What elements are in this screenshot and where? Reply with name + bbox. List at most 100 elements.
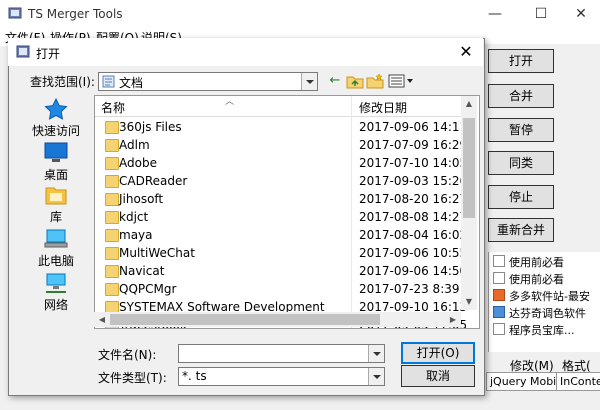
file-date: 2017-08-08 14:27 xyxy=(359,210,468,224)
list-item[interactable]: 程序员宝库... xyxy=(493,322,600,339)
file-date: 2017-07-10 14:05 xyxy=(359,156,468,170)
back-arrow-icon[interactable]: ← xyxy=(326,73,344,89)
sort-ascending-icon: ︿ xyxy=(225,97,235,107)
file-name: MultiWeChat xyxy=(119,246,195,260)
documents-folder-icon xyxy=(102,75,115,88)
file-date: 2017-09-06 14:50 xyxy=(359,264,468,278)
file-list-header: ︿ 名称 修改日期 xyxy=(95,96,463,117)
table-row[interactable]: Adlm 2017-07-09 16:29 xyxy=(95,136,467,154)
app-icon xyxy=(16,45,30,58)
document-icon xyxy=(493,255,505,267)
table-row[interactable]: Jihosoft 2017-08-20 16:27 xyxy=(95,190,467,208)
tab-incontext[interactable]: InContex xyxy=(556,372,600,391)
folder-icon xyxy=(105,193,119,206)
folder-icon xyxy=(105,229,119,242)
dialog-title: 打开 xyxy=(36,47,61,61)
look-in-select[interactable]: 文档 xyxy=(98,72,318,91)
vertical-scrollbar[interactable]: ▲ ▼ xyxy=(461,96,477,310)
chevron-down-icon[interactable] xyxy=(368,368,384,385)
app-title: TS Merger Tools xyxy=(28,7,123,21)
table-row[interactable]: MultiWeChat 2017-09-06 10:55 xyxy=(95,244,467,262)
app-icon xyxy=(8,7,22,19)
horizontal-scrollbar[interactable]: ◀ ▶ xyxy=(94,312,461,327)
look-in-value: 文档 xyxy=(119,76,144,90)
close-button[interactable]: ✕ xyxy=(566,4,596,24)
scroll-down-icon[interactable]: ▼ xyxy=(461,294,477,310)
star-icon xyxy=(44,98,68,120)
place-label: 快速访问 xyxy=(31,124,80,138)
place-label: 桌面 xyxy=(43,168,68,182)
list-item[interactable]: 多多软件站-最安 xyxy=(493,288,600,305)
maximize-button[interactable]: ☐ xyxy=(526,4,556,24)
chevron-down-icon[interactable] xyxy=(368,345,384,362)
file-date: 2017-07-23 8:39 xyxy=(359,282,460,296)
list-item[interactable]: 使用前必看 xyxy=(493,271,600,288)
document-icon xyxy=(493,306,505,318)
side-stop-button[interactable]: 停止 xyxy=(488,185,554,209)
filename-label: 文件名(N): xyxy=(98,348,157,362)
chevron-down-icon[interactable] xyxy=(301,73,317,90)
file-name: Adlm xyxy=(119,138,150,152)
side-pause-button[interactable]: 暂停 xyxy=(488,118,554,142)
place-label: 此电脑 xyxy=(37,254,74,268)
folder-icon xyxy=(105,139,119,152)
file-name: Navicat xyxy=(119,264,165,278)
file-name: Adobe xyxy=(119,156,157,170)
filetype-select[interactable]: *. ts xyxy=(178,367,385,386)
scroll-left-icon[interactable]: ◀ xyxy=(94,312,110,328)
document-icon xyxy=(493,289,505,301)
table-row[interactable]: 360js Files 2017-09-06 14:11 xyxy=(95,118,467,136)
folder-icon xyxy=(105,175,119,188)
computer-icon xyxy=(44,229,68,248)
table-row[interactable]: CADReader 2017-09-03 15:26 xyxy=(95,172,467,190)
list-item[interactable]: 达芬奇调色软件 xyxy=(493,305,600,322)
table-row[interactable]: QQPCMgr 2017-07-23 8:39 xyxy=(95,280,463,298)
column-header-name[interactable]: 名称 xyxy=(101,99,125,116)
document-icon xyxy=(493,272,505,284)
filename-input[interactable] xyxy=(178,344,385,363)
folder-icon xyxy=(105,265,119,278)
table-row[interactable]: Navicat 2017-09-06 14:50 xyxy=(95,262,467,280)
side-similar-button[interactable]: 同类 xyxy=(488,151,554,175)
file-date: 2017-09-03 15:26 xyxy=(359,174,468,188)
folder-icon xyxy=(105,121,119,134)
dialog-close-button[interactable]: ✕ xyxy=(456,42,476,62)
column-header-date[interactable]: 修改日期 xyxy=(359,99,407,116)
view-menu-icon[interactable] xyxy=(388,73,414,89)
minimize-button[interactable]: — xyxy=(480,4,510,24)
cancel-button[interactable]: 取消 xyxy=(401,365,475,387)
open-button[interactable]: 打开(O) xyxy=(401,342,475,364)
scroll-right-icon[interactable]: ▶ xyxy=(445,312,461,328)
folder-icon xyxy=(105,157,119,170)
file-date: 2017-09-06 14:11 xyxy=(359,120,468,134)
file-date: 2017-08-20 16:27 xyxy=(359,192,468,206)
file-list[interactable]: ︿ 名称 修改日期 360js Files 2017-09-06 14:11 Adl… xyxy=(94,95,480,329)
side-merge-button[interactable]: 合并 xyxy=(488,84,554,108)
place-label: 库 xyxy=(49,210,62,224)
document-icon xyxy=(493,323,505,335)
filetype-label: 文件类型(T): xyxy=(98,371,167,385)
file-date: 2017-07-09 16:29 xyxy=(359,138,468,152)
table-row[interactable]: kdjct 2017-08-08 14:27 xyxy=(95,208,467,226)
side-open-button[interactable]: 打开 xyxy=(488,49,554,73)
scrollbar-thumb[interactable] xyxy=(110,314,380,325)
file-date: 2017-08-04 16:02 xyxy=(359,228,468,242)
side-remerge-button[interactable]: 重新合并 xyxy=(488,218,554,242)
dialog-title-bar xyxy=(8,38,483,66)
file-name: 360js Files xyxy=(119,120,182,134)
new-folder-icon[interactable] xyxy=(366,73,384,89)
table-row[interactable]: Adobe 2017-07-10 14:05 xyxy=(95,154,467,172)
file-date: 2017-09-06 10:55 xyxy=(359,246,468,260)
up-folder-icon[interactable] xyxy=(346,73,364,89)
table-row[interactable]: maya 2017-08-04 16:02 xyxy=(95,226,467,244)
folder-icon xyxy=(105,211,119,224)
desktop-icon xyxy=(44,142,68,162)
file-name: QQPCMgr xyxy=(119,282,177,296)
scrollbar-thumb[interactable] xyxy=(463,118,475,218)
list-item[interactable]: 使用前必看 xyxy=(493,254,600,271)
scroll-up-icon[interactable]: ▲ xyxy=(461,96,477,112)
library-icon xyxy=(45,187,67,205)
place-label: 网络 xyxy=(43,298,68,312)
file-name: Jihosoft xyxy=(119,192,164,206)
look-in-label: 查找范围(I): xyxy=(30,75,95,89)
